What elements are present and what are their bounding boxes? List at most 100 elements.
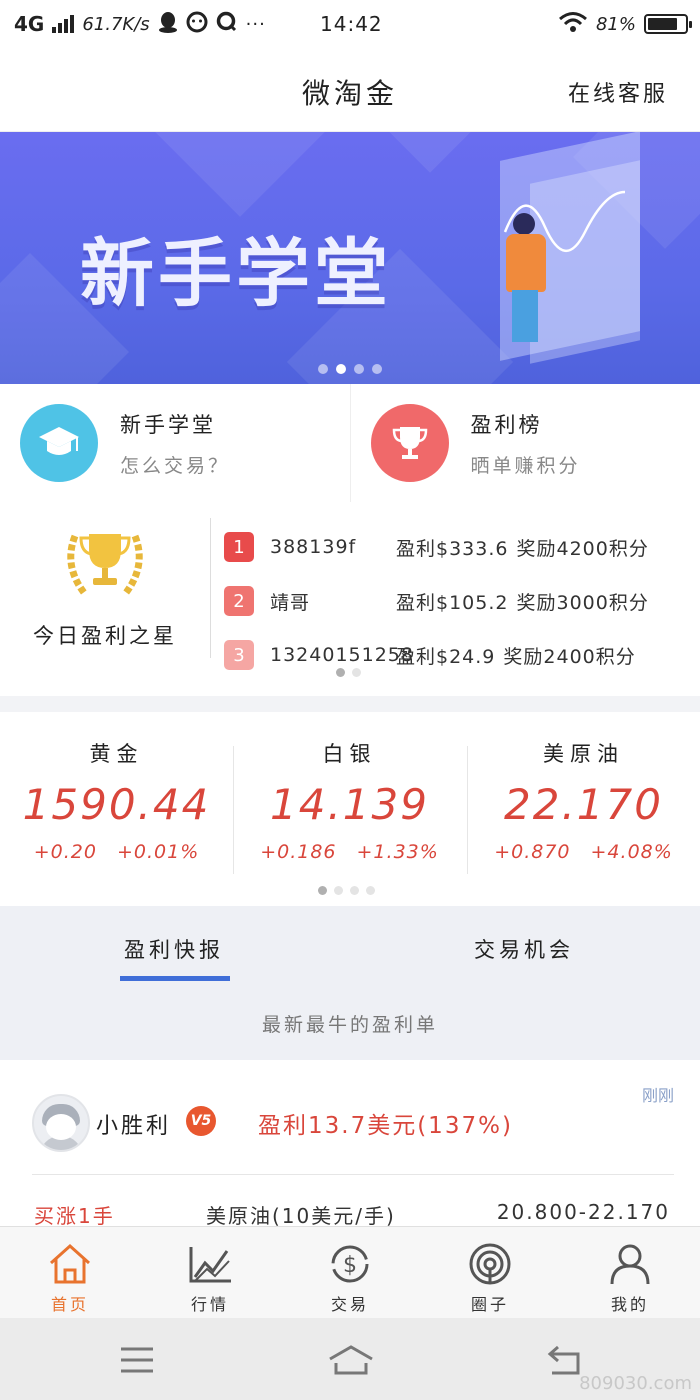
nav-market[interactable]: 行情 <box>140 1227 280 1318</box>
quote-price: 14.139 <box>270 780 429 829</box>
laurel-trophy-icon <box>67 534 143 597</box>
quick-entry-subtitle: 晒单赚积分 <box>470 454 581 477</box>
quote-price: 22.170 <box>504 780 663 829</box>
system-navigation-bar: 809030.com <box>0 1318 700 1400</box>
banner-dot <box>372 364 382 374</box>
quick-entry-title: 盈利榜 <box>470 412 543 437</box>
feed-product: 美原油(10美元/手) <box>206 1204 396 1228</box>
profit-feed-card[interactable]: 小胜利 V5 盈利13.7美元(137%) 刚刚 买涨1手 美原油(10美元/手… <box>0 1060 700 1230</box>
nav-home[interactable]: 首页 <box>0 1227 140 1318</box>
quick-entry-novice-school[interactable]: 新手学堂 怎么交易？ <box>0 384 350 502</box>
avatar[interactable] <box>32 1094 90 1152</box>
quote-name: 美原油 <box>543 742 624 766</box>
svg-text:$: $ <box>343 1253 357 1278</box>
back-icon <box>547 1345 580 1375</box>
quick-entry-subtitle: 怎么交易？ <box>120 454 231 477</box>
menu-button[interactable] <box>117 1340 157 1380</box>
quote-card-crude-oil[interactable]: 美原油 22.170 +0.870 +4.08% <box>467 738 700 863</box>
quote-price: 1590.44 <box>22 780 211 829</box>
quick-entry-profit-ranking[interactable]: 盈利榜 晒单赚积分 <box>349 384 700 502</box>
active-tab-indicator <box>120 976 230 981</box>
battery-percent: 81% <box>595 13 636 35</box>
profit-star-badge: 今日盈利之星 <box>20 516 190 650</box>
tab-trade-opportunity[interactable]: 交易机会 <box>474 934 574 964</box>
tab-subtitle: 最新最牛的盈利单 <box>261 1014 438 1036</box>
nav-mine[interactable]: 我的 <box>560 1227 700 1318</box>
nav-label: 首页 <box>50 1295 89 1314</box>
quote-name: 白银 <box>322 742 377 766</box>
battery-icon <box>644 14 692 34</box>
list-item[interactable]: 1 388139f 盈利$333.6 奖励4200积分 <box>224 520 690 574</box>
quote-change: +0.186 +1.33% <box>260 841 439 863</box>
status-bar: 4G 61.7K/s ··· 14:42 81% <box>0 0 700 48</box>
star-reward: 奖励3000积分 <box>516 591 649 614</box>
online-service-button[interactable]: 在线客服 <box>568 76 668 108</box>
rank-badge: 1 <box>224 532 254 562</box>
wifi-icon <box>558 11 588 38</box>
feed-time: 刚刚 <box>641 1086 674 1105</box>
signal-icon <box>52 15 75 33</box>
graduation-cap-icon <box>20 404 98 482</box>
nav-label: 交易 <box>330 1295 369 1314</box>
feed-direction: 买涨1手 <box>34 1204 115 1228</box>
qq-icon <box>158 11 178 38</box>
home-icon <box>49 1243 91 1284</box>
star-name: 13240151258 <box>270 644 414 666</box>
star-profit: 盈利$24.9 <box>396 645 496 668</box>
bottom-nav: 首页 行情 $ 交易 圈子 我的 <box>0 1226 700 1318</box>
quote-change: +0.20 +0.01% <box>33 841 200 863</box>
nav-circle[interactable]: 圈子 <box>420 1227 560 1318</box>
banner-indicator <box>0 364 700 374</box>
trade-dollar-icon: $ <box>331 1245 369 1283</box>
quotes-page-indicator <box>318 886 375 895</box>
star-profit: 盈利$105.2 <box>396 591 509 614</box>
daily-profit-stars[interactable]: 今日盈利之星 1 388139f 盈利$333.6 奖励4200积分 2 靖哥 … <box>0 502 700 696</box>
quote-card-silver[interactable]: 白银 14.139 +0.186 +1.33% <box>233 738 466 863</box>
list-item[interactable]: 2 靖哥 盈利$105.2 奖励3000积分 <box>224 574 690 628</box>
more-notifications-icon: ··· <box>245 13 266 35</box>
star-reward: 奖励2400积分 <box>503 645 636 668</box>
system-home-icon <box>329 1345 373 1375</box>
watermark: 809030.com <box>579 1373 692 1394</box>
home-system-button[interactable] <box>328 1340 374 1380</box>
stars-page-indicator <box>336 668 361 677</box>
search-app-icon <box>216 11 238 38</box>
feed-tabs: 盈利快报 交易机会 最新最牛的盈利单 <box>0 906 700 1060</box>
banner-headline: 新手学堂 <box>80 231 392 317</box>
network-speed: 61.7K/s <box>82 13 150 35</box>
star-profit: 盈利$333.6 <box>396 537 509 560</box>
quote-name: 黄金 <box>89 742 144 766</box>
menu-icon <box>121 1347 153 1373</box>
feed-username: 小胜利 <box>96 1114 172 1139</box>
network-type: 4G <box>14 12 45 36</box>
nav-trade[interactable]: $ 交易 <box>280 1227 420 1318</box>
nav-label: 我的 <box>610 1295 649 1314</box>
list-item[interactable]: 3 13240151258 盈利$24.9 奖励2400积分 <box>224 628 690 682</box>
star-name: 靖哥 <box>270 591 311 614</box>
tab-profit-report[interactable]: 盈利快报 <box>124 934 224 964</box>
feed-profit: 盈利13.7美元(137%) <box>258 1113 513 1139</box>
quick-entries: 新手学堂 怎么交易？ 盈利榜 晒单赚积分 <box>0 384 700 502</box>
vip-level-badge: V5 <box>186 1106 216 1136</box>
quote-card-gold[interactable]: 黄金 1590.44 +0.20 +0.01% <box>0 738 233 863</box>
nav-label: 行情 <box>190 1295 229 1314</box>
profit-star-label: 今日盈利之星 <box>33 624 177 648</box>
circle-broadcast-icon <box>469 1243 511 1285</box>
banner-dot <box>354 364 364 374</box>
market-quotes: 黄金 1590.44 +0.20 +0.01% 白银 14.139 +0.186 +… <box>0 712 700 906</box>
nav-label: 圈子 <box>470 1295 509 1314</box>
banner-carousel[interactable]: 新手学堂 <box>0 132 700 384</box>
teacher-illustration <box>513 213 535 235</box>
back-button[interactable] <box>544 1340 584 1380</box>
user-icon <box>610 1244 650 1285</box>
message-icon <box>186 11 208 38</box>
quote-change: +0.870 +4.08% <box>494 841 673 863</box>
banner-dot <box>318 364 328 374</box>
quick-entry-title: 新手学堂 <box>120 412 216 437</box>
rank-badge: 2 <box>224 586 254 616</box>
feed-price-range: 20.800-22.170 <box>496 1200 670 1224</box>
clock: 14:42 <box>320 12 383 36</box>
star-name: 388139f <box>270 536 357 558</box>
rank-badge: 3 <box>224 640 254 670</box>
chart-icon <box>189 1247 231 1283</box>
